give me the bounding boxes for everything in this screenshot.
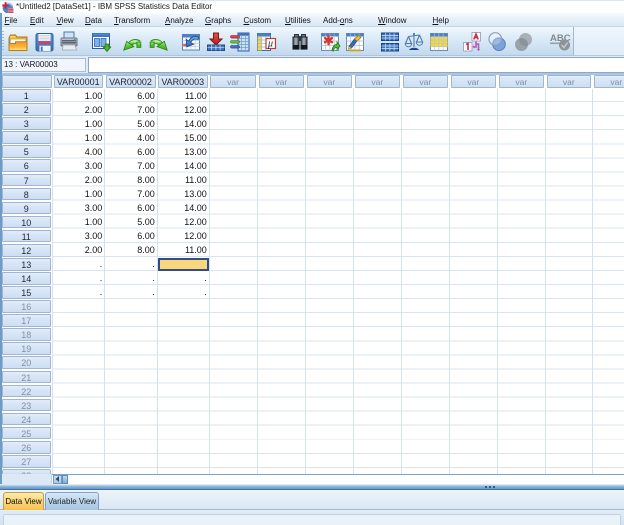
svg-text:μ: μ [267,39,273,50]
